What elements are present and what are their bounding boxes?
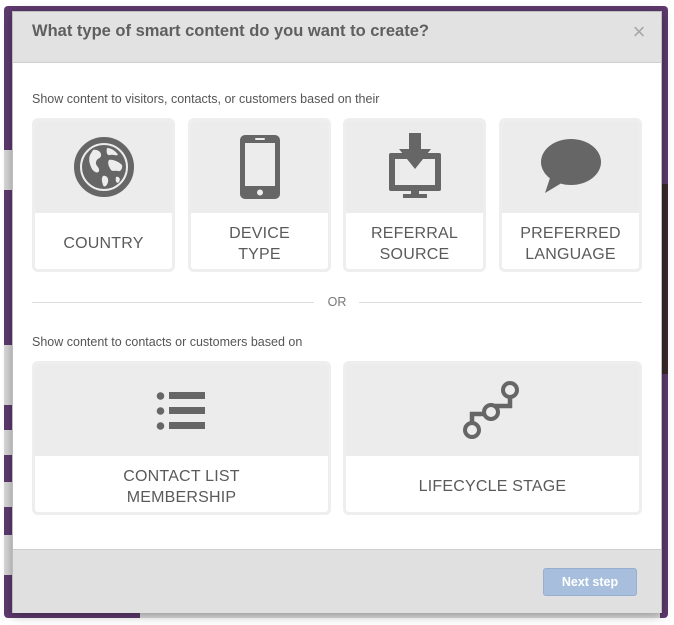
card-label-line1: LIFECYCLE STAGE xyxy=(418,478,567,495)
card-label: CONTACT LIST MEMBERSHIP xyxy=(35,466,328,508)
card-label: PREFERRED LANGUAGE xyxy=(502,223,639,265)
card-label: COUNTRY xyxy=(35,233,172,254)
card-icon-area xyxy=(346,121,483,213)
card-referral-source[interactable]: REFERRAL SOURCE xyxy=(343,118,486,272)
card-lifecycle-stage[interactable]: LIFECYCLE STAGE xyxy=(343,361,642,515)
card-label: REFERRAL SOURCE xyxy=(346,223,483,265)
background-strip xyxy=(4,345,12,405)
list-icon xyxy=(156,392,205,430)
lifecycle-stage-icon xyxy=(462,381,519,439)
card-label-line2: TYPE xyxy=(238,246,281,263)
card-icon-area xyxy=(191,121,328,213)
card-icon-area xyxy=(502,121,639,213)
dialog-title: What type of smart content do you want t… xyxy=(32,22,429,40)
background-strip xyxy=(4,430,12,455)
card-label-line1: COUNTRY xyxy=(63,235,144,252)
card-label-line1: REFERRAL xyxy=(371,225,458,242)
card-country[interactable]: COUNTRY xyxy=(32,118,175,272)
dialog-header: What type of smart content do you want t… xyxy=(13,12,661,63)
card-label-line2: MEMBERSHIP xyxy=(126,489,237,506)
card-contact-list-membership[interactable]: CONTACT LIST MEMBERSHIP xyxy=(32,361,331,515)
visitors-section-label: Show content to visitors, contacts, or c… xyxy=(32,92,380,106)
card-icon-area xyxy=(35,121,172,213)
card-label-line1: CONTACT LIST xyxy=(123,468,240,485)
card-icon-area xyxy=(35,364,328,456)
dialog-footer: Next step xyxy=(13,549,661,613)
mobile-device-icon xyxy=(239,135,280,199)
background-strip xyxy=(4,535,12,575)
card-icon-area xyxy=(346,364,639,456)
next-step-button[interactable]: Next step xyxy=(543,568,637,596)
card-preferred-language[interactable]: PREFERRED LANGUAGE xyxy=(499,118,642,272)
card-label: DEVICE TYPE xyxy=(191,223,328,265)
card-device-type[interactable]: DEVICE TYPE xyxy=(188,118,331,272)
smart-content-dialog: What type of smart content do you want t… xyxy=(12,11,662,613)
card-label-line2: SOURCE xyxy=(379,246,450,263)
background-strip xyxy=(4,150,12,190)
speech-bubble-icon xyxy=(540,139,601,193)
or-divider-text: OR xyxy=(327,295,347,309)
download-monitor-icon xyxy=(388,133,441,198)
card-label-line2: LANGUAGE xyxy=(525,246,616,263)
card-label: LIFECYCLE STAGE xyxy=(346,476,639,497)
card-label-line1: PREFERRED xyxy=(520,225,621,242)
close-icon[interactable]: × xyxy=(629,21,649,43)
contacts-section-label: Show content to contacts or customers ba… xyxy=(32,335,303,349)
globe-icon xyxy=(73,137,134,197)
background-strip xyxy=(4,482,12,507)
card-label-line1: DEVICE xyxy=(229,225,290,242)
